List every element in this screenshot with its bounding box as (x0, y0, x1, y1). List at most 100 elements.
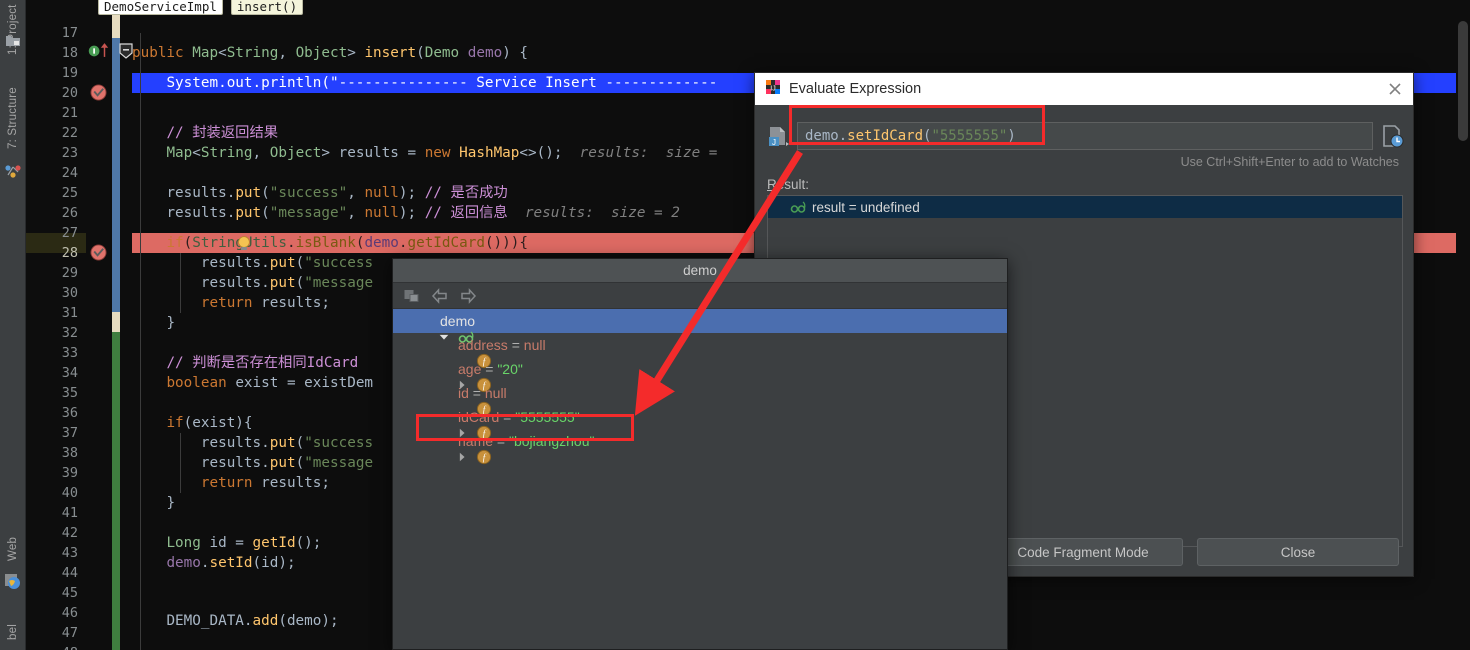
line-number-gutter: 17 18 19 20 21 22 23 24 25 26 27 28 29 3… (26, 13, 86, 650)
svg-text:IJ: IJ (770, 85, 775, 92)
line-number: 27 (30, 223, 78, 243)
chevron-right-icon[interactable] (417, 410, 431, 424)
field-icon: f (437, 433, 453, 449)
demo-variable-popup[interactable]: demo (392, 258, 1008, 650)
line-number: 35 (30, 383, 78, 403)
breadcrumb-class-label: DemoServiceImpl (104, 0, 217, 14)
tree-node-value: "20" (497, 361, 523, 377)
tree-node-name[interactable]: f name = "bojiangzhou" (393, 429, 1007, 453)
tree-node-value: "5555555" (515, 409, 579, 425)
project-folder-icon (4, 32, 22, 50)
editor-marker-bar[interactable] (1456, 13, 1470, 650)
sidebar-item-project[interactable]: 1: Project (0, 0, 26, 60)
result-row[interactable]: result = undefined (768, 196, 1402, 218)
java-file-icon[interactable]: J (765, 123, 791, 149)
line-number: 23 (30, 143, 78, 163)
web-globe-icon (4, 572, 22, 590)
tree-node-label: age (458, 361, 481, 377)
sidebar-item-structure[interactable]: 7: Structure (0, 78, 26, 158)
tree-node-age[interactable]: f age = "20" (393, 357, 1007, 381)
line-number: 44 (30, 563, 78, 583)
line-number: 32 (30, 323, 78, 343)
breakpoint-icon[interactable] (90, 244, 108, 262)
line-number: 24 (30, 163, 78, 183)
tree-node-eq: = (469, 385, 485, 401)
arrow-left-icon[interactable] (431, 287, 449, 305)
line-number: 45 (30, 583, 78, 603)
sidebar-item-web-label: Web (7, 537, 19, 561)
intention-bulb-icon[interactable] (235, 235, 253, 253)
code-folding-column[interactable] (120, 13, 132, 650)
tree-node-eq: = (493, 433, 509, 449)
fold-collapse-icon[interactable] (119, 43, 133, 64)
watch-glasses-icon (790, 199, 806, 215)
popup-title: demo (393, 259, 1007, 283)
intellij-app-icon: IJ (765, 79, 781, 100)
tree-node-value: "bojiangzhou" (509, 433, 594, 449)
tree-node-label: id (458, 385, 469, 401)
arrow-right-icon[interactable] (459, 287, 477, 305)
tree-node-label: idCard (458, 409, 499, 425)
code-fragment-mode-label: Code Fragment Mode (1017, 545, 1148, 560)
sidebar-item-web[interactable]: Web (0, 528, 26, 570)
scrollbar-thumb[interactable] (1458, 21, 1468, 141)
breadcrumb-class[interactable]: DemoServiceImpl (98, 0, 223, 15)
line-number: 47 (30, 623, 78, 643)
tree-node-label: demo (440, 313, 475, 329)
line-number: 37 (30, 423, 78, 443)
breadcrumb: DemoServiceImpl insert() (98, 0, 303, 13)
chevron-right-icon[interactable] (417, 434, 431, 448)
chevron-down-icon[interactable] (399, 314, 413, 328)
tree-node-idcard[interactable]: f idCard = "5555555" (393, 405, 1007, 429)
line-number: 46 (30, 603, 78, 623)
close-button[interactable]: Close (1197, 538, 1399, 566)
structure-graph-icon (4, 162, 22, 180)
line-number: 39 (30, 463, 78, 483)
line-number: 42 (30, 523, 78, 543)
line-number: 29 (30, 263, 78, 283)
line-number: 25 (30, 183, 78, 203)
svg-text:J: J (772, 138, 776, 147)
line-number: 21 (30, 103, 78, 123)
copy-frame-icon[interactable] (403, 287, 421, 305)
field-icon: f (437, 385, 453, 401)
watches-hint: Use Ctrl+Shift+Enter to add to Watches (1181, 155, 1399, 169)
sidebar-item-label[interactable]: bel (0, 614, 26, 650)
line-number: 38 (30, 443, 78, 463)
popup-toolbar (393, 283, 1007, 309)
line-number: 31 (30, 303, 78, 323)
tree-node-value: null (485, 385, 507, 401)
breadcrumb-method-label: insert() (237, 0, 297, 14)
line-number: 22 (30, 123, 78, 143)
history-icon[interactable] (1379, 123, 1405, 149)
field-icon: f (437, 337, 453, 353)
gutter-icon-column[interactable] (86, 13, 112, 650)
code-fragment-mode-button[interactable]: Code Fragment Mode (983, 538, 1183, 566)
tree-node-value: null (524, 337, 546, 353)
close-icon[interactable] (1387, 81, 1403, 97)
left-tool-window-stripe: 1: Project 7: Structure Web (0, 0, 26, 650)
tree-node-eq: = (481, 361, 497, 377)
line-number: 36 (30, 403, 78, 423)
line-number: 30 (30, 283, 78, 303)
code-line (132, 23, 1470, 43)
watch-glasses-icon (419, 313, 435, 329)
expression-row: J demo.setIdCard("5555555") (765, 119, 1405, 153)
breadcrumb-method[interactable]: insert() (231, 0, 303, 15)
line-number: 28 (30, 243, 78, 263)
line-number: 17 (30, 23, 78, 43)
line-number: 20 (30, 83, 78, 103)
dialog-title-bar: IJ Evaluate Expression (755, 73, 1413, 105)
tree-node-address[interactable]: f address = null (393, 333, 1007, 357)
expression-input[interactable]: demo.setIdCard("5555555") (797, 122, 1373, 150)
tree-node-eq: = (499, 409, 515, 425)
line-number: 18 (30, 43, 78, 63)
chevron-right-icon[interactable] (417, 362, 431, 376)
tree-node-id[interactable]: f id = null (393, 381, 1007, 405)
breakpoint-icon[interactable] (90, 84, 108, 102)
variable-tree[interactable]: demo f address = null (393, 309, 1007, 649)
line-number: 41 (30, 503, 78, 523)
field-icon: f (437, 361, 453, 377)
tree-node-demo[interactable]: demo (393, 309, 1007, 333)
dialog-title-text: Evaluate Expression (789, 81, 921, 97)
